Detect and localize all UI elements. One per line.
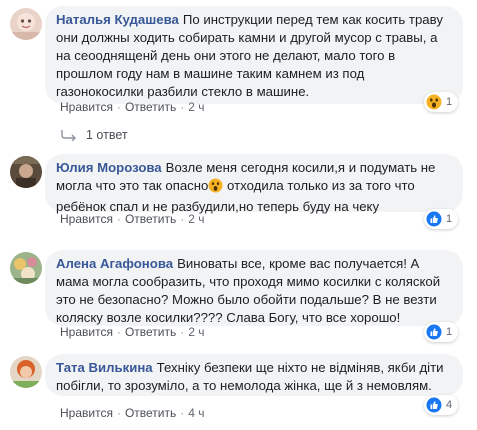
- avatar-image: [10, 8, 42, 40]
- avatar-image: [10, 252, 42, 284]
- avatar[interactable]: [10, 156, 42, 188]
- reaction-badge[interactable]: 1: [424, 322, 459, 342]
- reaction-count: 1: [446, 326, 453, 338]
- like-icon: [426, 397, 442, 413]
- avatar-image: [10, 356, 42, 388]
- wow-icon: [426, 94, 442, 110]
- comment-bubble: Алена Агафонова Виноваты все, кроме вас п…: [45, 250, 463, 326]
- reaction-count: 4: [446, 399, 453, 411]
- reaction-count: 1: [446, 96, 453, 108]
- reaction-badge[interactable]: 4: [424, 395, 459, 415]
- timestamp[interactable]: 4 ч: [188, 406, 204, 420]
- reply-link[interactable]: Ответить: [125, 406, 176, 420]
- comment-actions: Нравится · Ответить · 4 ч: [60, 406, 205, 420]
- comment-bubble: Юлия Морозова Возле меня сегодня косили,я…: [45, 154, 463, 214]
- wow-emoji-icon: [208, 178, 223, 198]
- comment-bubble: Наталья Кудашева По инструкции перед тем …: [45, 6, 463, 104]
- like-link[interactable]: Нравится: [60, 406, 113, 420]
- comment-actions: Нравится · Ответить · 2 ч: [60, 212, 205, 226]
- reaction-count: 1: [446, 213, 453, 225]
- like-link[interactable]: Нравится: [60, 325, 113, 339]
- like-link[interactable]: Нравится: [60, 212, 113, 226]
- avatar[interactable]: [10, 8, 42, 40]
- like-link[interactable]: Нравится: [60, 100, 113, 114]
- comment-actions: Нравится · Ответить · 2 ч: [60, 325, 205, 339]
- reply-arrow-icon: [61, 130, 76, 141]
- timestamp[interactable]: 2 ч: [188, 100, 204, 114]
- avatar-image: [10, 156, 42, 188]
- reaction-badge[interactable]: 1: [424, 92, 459, 112]
- comment-author-name[interactable]: Юлия Морозова: [56, 160, 162, 175]
- comment-bubble: Тата Вилькина Техніку безпеки ще ніхто не…: [45, 354, 463, 396]
- comment-author-name[interactable]: Наталья Кудашева: [56, 12, 179, 27]
- reply-link[interactable]: Ответить: [125, 325, 176, 339]
- view-replies-link[interactable]: 1 ответ: [60, 128, 128, 142]
- timestamp[interactable]: 2 ч: [188, 212, 204, 226]
- avatar[interactable]: [10, 252, 42, 284]
- like-icon: [426, 324, 442, 340]
- avatar[interactable]: [10, 356, 42, 388]
- like-icon: [426, 211, 442, 227]
- comment-actions: Нравится · Ответить · 2 ч: [60, 100, 205, 114]
- comment-author-name[interactable]: Тата Вилькина: [56, 360, 153, 375]
- reply-link[interactable]: Ответить: [125, 212, 176, 226]
- replies-count[interactable]: 1 ответ: [86, 128, 128, 142]
- reply-link[interactable]: Ответить: [125, 100, 176, 114]
- comment-author-name[interactable]: Алена Агафонова: [56, 256, 173, 271]
- reaction-badge[interactable]: 1: [424, 209, 459, 229]
- timestamp[interactable]: 2 ч: [188, 325, 204, 339]
